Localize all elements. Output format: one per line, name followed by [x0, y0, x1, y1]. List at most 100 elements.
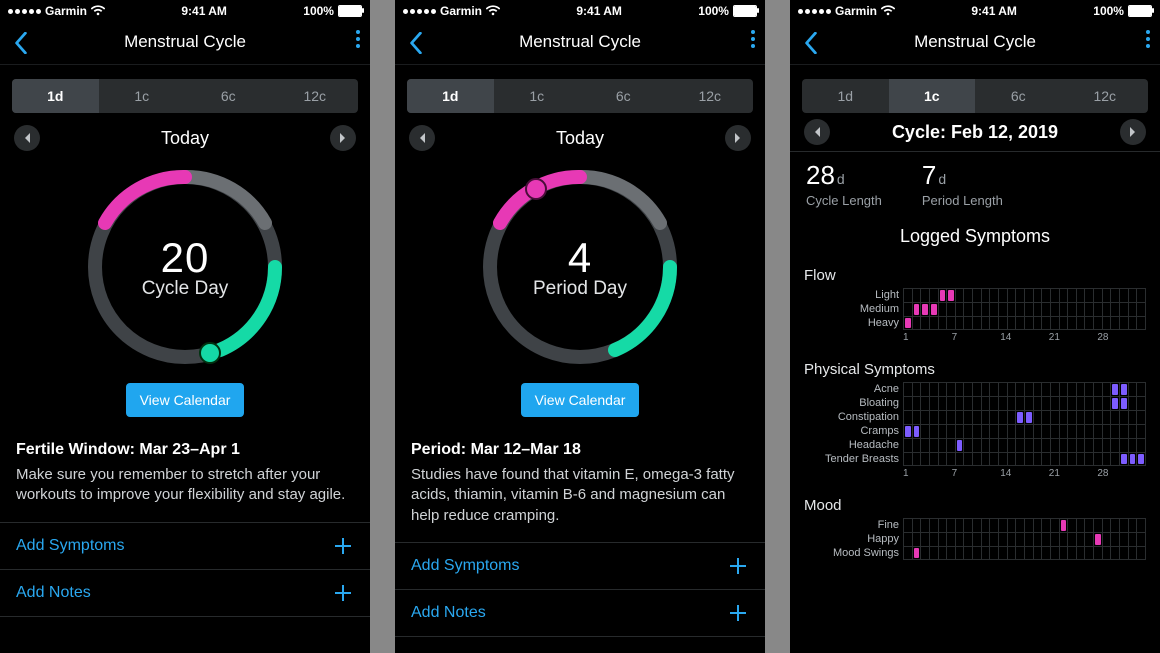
row-label: Medium — [860, 302, 899, 316]
phone-screen-3: Garmin 9:41 AM 100% Menstrual Cycle 1d 1… — [790, 0, 1160, 653]
range-segmented-control[interactable]: 1d 1c 6c 12c — [407, 79, 753, 113]
row-label: Constipation — [838, 410, 899, 424]
group-title: Mood — [804, 497, 1146, 514]
wifi-icon — [881, 5, 895, 18]
cycle-length-stat: 28d Cycle Length — [806, 160, 882, 208]
add-symptoms-row[interactable]: Add Symptoms — [0, 523, 370, 570]
battery-icon — [338, 5, 362, 17]
info-body: Make sure you remember to stretch after … — [16, 465, 354, 506]
add-notes-row[interactable]: Add Notes — [395, 590, 765, 637]
group-title: Physical Symptoms — [804, 361, 1146, 378]
add-symptoms-row[interactable]: Add Symptoms — [395, 543, 765, 590]
row-label: Heavy — [868, 316, 899, 330]
seg-1d[interactable]: 1d — [12, 79, 99, 113]
battery-label: 100% — [698, 4, 729, 18]
row-label: Mood Swings — [833, 546, 899, 560]
heatmap-row — [903, 396, 1146, 410]
logged-symptoms-title: Logged Symptoms — [790, 220, 1160, 259]
back-button[interactable] — [796, 28, 826, 58]
dial-sublabel: Period Day — [533, 278, 627, 300]
view-calendar-button[interactable]: View Calendar — [126, 383, 245, 417]
seg-1c[interactable]: 1c — [889, 79, 976, 113]
battery-label: 100% — [303, 4, 334, 18]
range-segmented-control[interactable]: 1d 1c 6c 12c — [12, 79, 358, 113]
app-header: Menstrual Cycle — [790, 20, 1160, 65]
signal-dots-icon — [403, 9, 436, 14]
app-header: Menstrual Cycle — [395, 20, 765, 65]
heatmap-row — [903, 288, 1146, 302]
row-label: Tender Breasts — [825, 452, 899, 466]
dial-number: 20 — [161, 234, 210, 282]
seg-6c[interactable]: 6c — [185, 79, 272, 113]
prev-day-button[interactable] — [14, 125, 40, 151]
seg-12c[interactable]: 12c — [1062, 79, 1149, 113]
heatmap-row — [903, 438, 1146, 452]
carrier-label: Garmin — [835, 4, 877, 18]
heatmap-row — [903, 382, 1146, 396]
seg-1d[interactable]: 1d — [407, 79, 494, 113]
seg-12c[interactable]: 12c — [667, 79, 754, 113]
seg-1d[interactable]: 1d — [802, 79, 889, 113]
heatmap-row — [903, 410, 1146, 424]
symptom-group: Physical Symptoms AcneBloatingConstipatio… — [790, 353, 1160, 489]
overflow-menu-button[interactable] — [1146, 30, 1150, 48]
back-button[interactable] — [6, 28, 36, 58]
heatmap-row — [903, 302, 1146, 316]
wifi-icon — [486, 5, 500, 18]
row-label: Fine — [878, 518, 899, 532]
prev-day-button[interactable] — [409, 125, 435, 151]
plus-icon — [727, 555, 749, 577]
day-label: Today — [556, 128, 604, 149]
dial-number: 4 — [568, 234, 592, 282]
info-body: Studies have found that vitamin E, omega… — [411, 465, 749, 526]
symptom-group: FlowLightMediumHeavy17142128 — [790, 259, 1160, 353]
heatmap-row — [903, 316, 1146, 330]
add-notes-row[interactable]: Add Notes — [0, 570, 370, 617]
seg-6c[interactable]: 6c — [975, 79, 1062, 113]
overflow-menu-button[interactable] — [356, 30, 360, 48]
clock: 9:41 AM — [971, 4, 1017, 18]
status-bar: Garmin 9:41 AM 100% — [395, 0, 765, 20]
status-bar: Garmin 9:41 AM 100% — [790, 0, 1160, 20]
period-length-stat: 7d Period Length — [922, 160, 1003, 208]
overflow-menu-button[interactable] — [751, 30, 755, 48]
heatmap-row — [903, 452, 1146, 466]
seg-1c[interactable]: 1c — [99, 79, 186, 113]
cycle-label: Cycle: Feb 12, 2019 — [892, 122, 1058, 143]
heatmap-chart: FineHappyMood Swings — [804, 518, 1146, 560]
next-cycle-button[interactable] — [1120, 119, 1146, 145]
range-segmented-control[interactable]: 1d 1c 6c 12c — [802, 79, 1148, 113]
page-title: Menstrual Cycle — [124, 32, 246, 52]
battery-icon — [733, 5, 757, 17]
prev-cycle-button[interactable] — [804, 119, 830, 145]
seg-12c[interactable]: 12c — [272, 79, 359, 113]
add-notes-label: Add Notes — [411, 604, 486, 622]
cycle-dial: 4 Period Day — [474, 161, 686, 373]
row-label: Happy — [867, 532, 899, 546]
wifi-icon — [91, 5, 105, 18]
heatmap-chart: AcneBloatingConstipationCrampsHeadacheTe… — [804, 382, 1146, 466]
next-day-button[interactable] — [725, 125, 751, 151]
symptom-group: Mood FineHappyMood Swings — [790, 489, 1160, 566]
seg-1c[interactable]: 1c — [494, 79, 581, 113]
info-title: Fertile Window: Mar 23–Apr 1 — [16, 441, 354, 459]
carrier-label: Garmin — [45, 4, 87, 18]
page-title: Menstrual Cycle — [914, 32, 1036, 52]
heatmap-row — [903, 532, 1146, 546]
back-button[interactable] — [401, 28, 431, 58]
day-label: Today — [161, 128, 209, 149]
next-day-button[interactable] — [330, 125, 356, 151]
seg-6c[interactable]: 6c — [580, 79, 667, 113]
add-symptoms-label: Add Symptoms — [411, 557, 519, 575]
add-symptoms-label: Add Symptoms — [16, 537, 124, 555]
x-axis: 17142128 — [804, 330, 1146, 347]
row-label: Acne — [874, 382, 899, 396]
app-header: Menstrual Cycle — [0, 20, 370, 65]
add-notes-label: Add Notes — [16, 584, 91, 602]
view-calendar-button[interactable]: View Calendar — [521, 383, 640, 417]
battery-icon — [1128, 5, 1152, 17]
cycle-dial: 20 Cycle Day — [79, 161, 291, 373]
clock: 9:41 AM — [181, 4, 227, 18]
info-title: Period: Mar 12–Mar 18 — [411, 441, 749, 459]
dial-sublabel: Cycle Day — [142, 278, 229, 300]
